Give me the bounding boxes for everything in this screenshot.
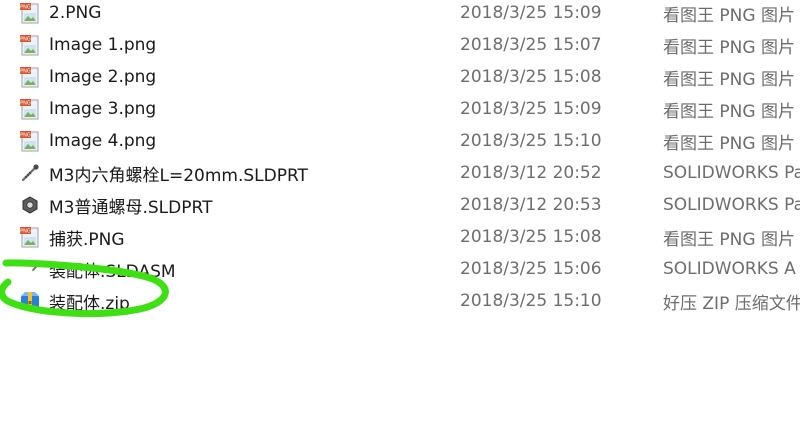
png-image-icon: PNG [20,99,39,120]
png-image-icon: PNG [20,227,39,248]
file-type: 看图王 PNG 图片 [663,37,795,58]
file-row-5[interactable]: M3内六角螺栓L=20mm.SLDPRT 2018/3/12 20:52 SOL… [0,157,800,189]
bolt-part-icon [21,164,39,182]
file-date: 2018/3/25 15:09 [460,99,602,119]
file-date: 2018/3/25 15:10 [460,291,602,311]
file-type: 看图王 PNG 图片 [663,133,795,154]
file-name: M3内六角螺栓L=20mm.SLDPRT [49,165,308,186]
nut-part-icon [22,196,38,214]
file-name: 捕获.PNG [49,229,125,250]
svg-text:PNG: PNG [20,133,31,139]
assembly-icon [32,262,41,271]
file-type: 看图王 PNG 图片 [663,5,795,26]
file-type: 看图王 PNG 图片 [663,101,795,122]
file-date: 2018/3/25 15:08 [460,67,602,87]
file-type: 看图王 PNG 图片 [663,69,795,90]
svg-text:PNG: PNG [20,69,31,75]
file-row-1[interactable]: PNG Image 1.png 2018/3/25 15:07 看图王 PNG … [0,29,800,61]
file-row-4[interactable]: PNG Image 4.png 2018/3/25 15:10 看图王 PNG … [0,125,800,157]
file-name: Image 3.png [49,99,157,119]
file-row-9[interactable]: 装配体.zip 2018/3/25 15:10 好压 ZIP 压缩文件 [0,285,800,317]
png-image-icon: PNG [20,131,39,152]
file-name: Image 1.png [49,35,157,55]
file-date: 2018/3/12 20:52 [460,163,602,183]
png-image-icon: PNG [20,3,39,24]
file-name: 2.PNG [49,3,102,23]
svg-text:PNG: PNG [20,5,31,11]
zip-archive-icon [21,292,39,310]
file-row-2[interactable]: PNG Image 2.png 2018/3/25 15:08 看图王 PNG … [0,61,800,93]
file-row-6[interactable]: M3普通螺母.SLDPRT 2018/3/12 20:53 SOLIDWORKS… [0,189,800,221]
file-type: 看图王 PNG 图片 [663,229,795,250]
file-date: 2018/3/25 15:06 [460,259,602,279]
file-type: 好压 ZIP 压缩文件 [663,293,800,314]
file-name: M3普通螺母.SLDPRT [49,197,213,218]
file-row-7[interactable]: PNG 捕获.PNG 2018/3/25 15:08 看图王 PNG 图片 [0,221,800,253]
svg-text:PNG: PNG [20,229,31,235]
file-date: 2018/3/25 15:08 [460,227,602,247]
file-row-0[interactable]: PNG 2.PNG 2018/3/25 15:09 看图王 PNG 图片 [0,0,800,29]
file-date: 2018/3/25 15:07 [460,35,602,55]
file-type: SOLIDWORKS Pa [663,195,800,215]
file-row-8[interactable]: 装配体.SLDASM 2018/3/25 15:06 SOLIDWORKS A [0,253,800,285]
file-date: 2018/3/25 15:09 [460,3,602,23]
png-image-icon: PNG [20,35,39,56]
file-name: 装配体.SLDASM [49,261,176,282]
file-type: SOLIDWORKS Pa [663,163,800,183]
svg-text:PNG: PNG [20,101,31,107]
svg-text:PNG: PNG [20,37,31,43]
png-image-icon: PNG [20,67,39,88]
file-name: Image 2.png [49,67,157,87]
file-date: 2018/3/25 15:10 [460,131,602,151]
file-list: PNG 2.PNG 2018/3/25 15:09 看图王 PNG 图片 PNG… [0,0,800,428]
file-row-3[interactable]: PNG Image 3.png 2018/3/25 15:09 看图王 PNG … [0,93,800,125]
file-type: SOLIDWORKS A [663,259,796,279]
file-name: 装配体.zip [49,293,130,314]
file-date: 2018/3/12 20:53 [460,195,602,215]
file-name: Image 4.png [49,131,157,151]
